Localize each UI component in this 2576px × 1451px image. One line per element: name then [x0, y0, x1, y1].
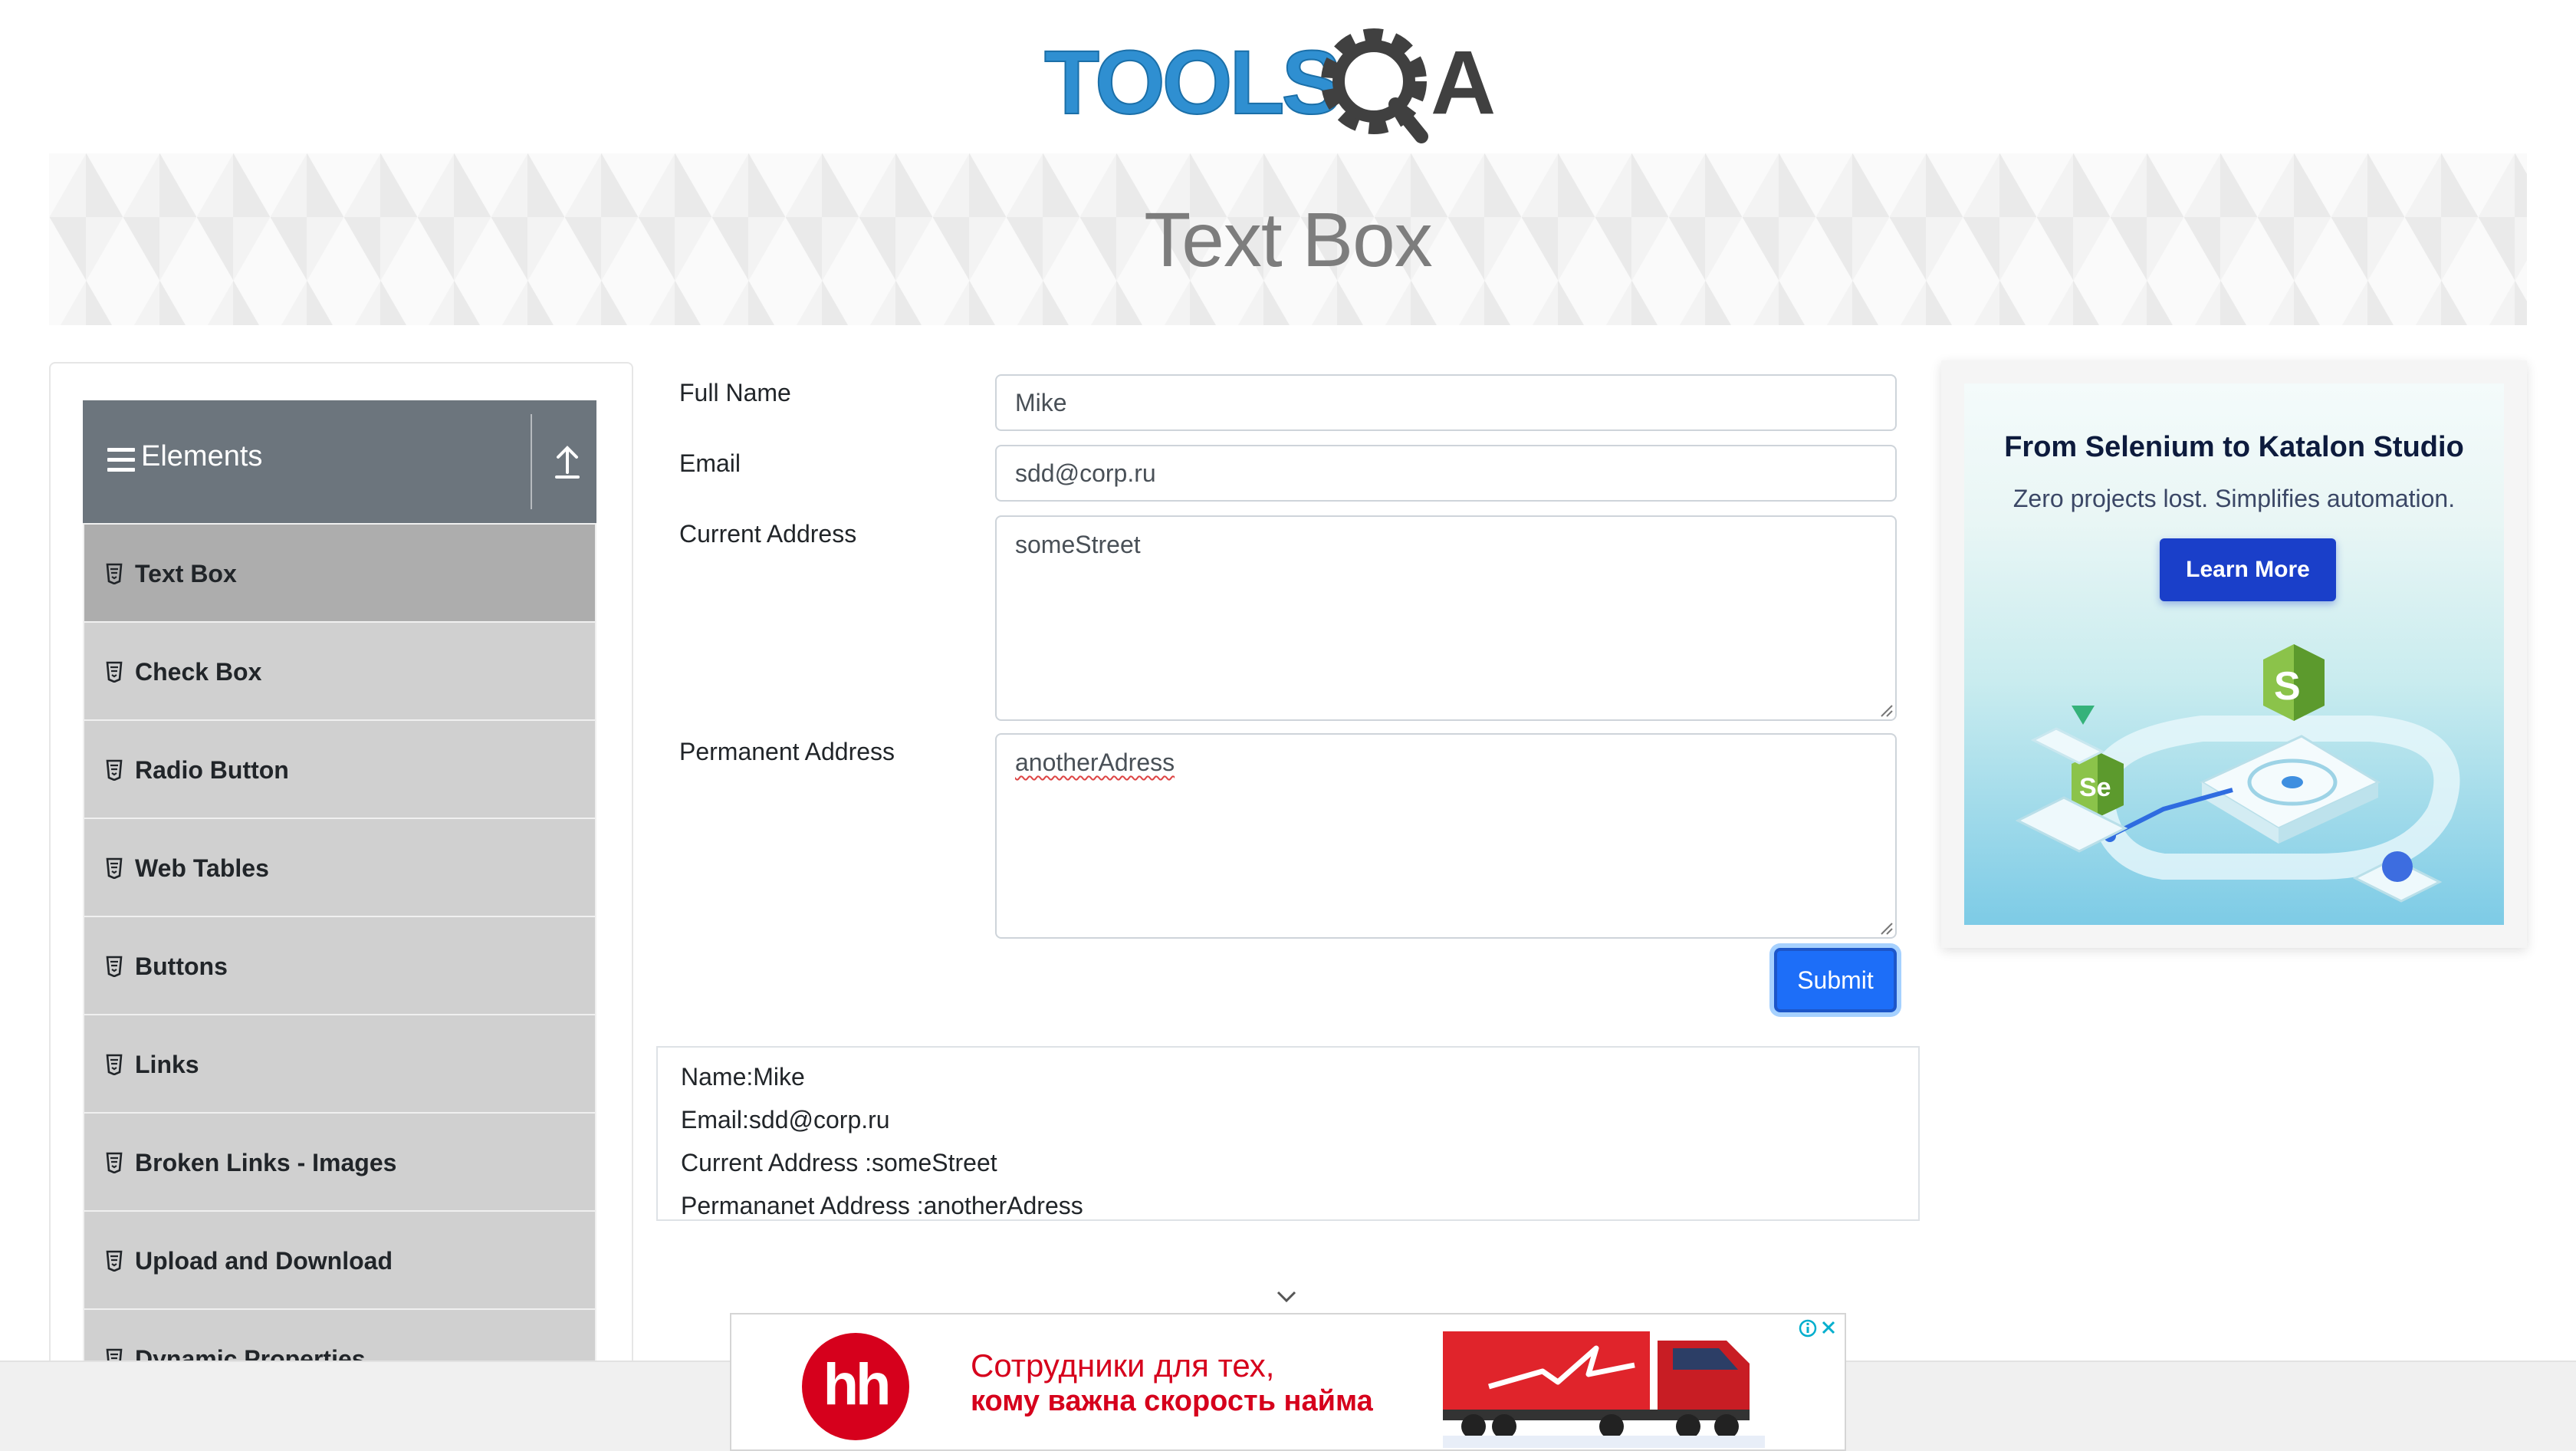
- hamburger-icon: [107, 448, 135, 472]
- output-name: Name:Mike: [681, 1063, 805, 1091]
- sidebar-item-check-box[interactable]: Check Box: [83, 621, 596, 719]
- html5-icon: [106, 857, 123, 879]
- adchoices-icon[interactable]: [1797, 1318, 1840, 1341]
- permanent-address-value: anotherAdress: [1015, 749, 1175, 776]
- resize-grip-icon[interactable]: [1878, 702, 1894, 718]
- katalon-s-text: S: [2274, 664, 2301, 709]
- sidebar-item-label: Broken Links - Images: [135, 1149, 397, 1176]
- side-ad-title: From Selenium to Katalon Studio: [2004, 431, 2464, 463]
- bottom-ad-text: Сотрудники для тех, кому важна скорость …: [971, 1348, 1373, 1419]
- katalon-s-icon: S: [2263, 644, 2325, 721]
- sidebar-item-broken-links[interactable]: Broken Links - Images: [83, 1112, 596, 1210]
- sidebar-item-label: Check Box: [135, 658, 262, 686]
- full-name-input[interactable]: [995, 374, 1897, 431]
- permanent-address-label: Permanent Address: [679, 738, 895, 765]
- html5-icon: [106, 1250, 123, 1272]
- sidebar-item-upload-download[interactable]: Upload and Download: [83, 1210, 596, 1308]
- selenium-se-text: Se: [2079, 773, 2111, 802]
- submit-button[interactable]: Submit: [1774, 948, 1897, 1012]
- output-email: Email:sdd@corp.ru: [681, 1106, 890, 1133]
- output-permanent-address: Permananet Address :anotherAdress: [681, 1192, 1083, 1219]
- logo-text-a: A: [1431, 32, 1496, 133]
- output-box: Name:Mike Email:sdd@corp.ru Current Addr…: [656, 1046, 1920, 1221]
- output-current-address: Current Address :someStreet: [681, 1149, 997, 1176]
- truck-icon: [1443, 1331, 1765, 1448]
- group-header-title: Elements: [141, 440, 263, 472]
- toolsqa-logo[interactable]: TOOLS A: [1044, 21, 1535, 144]
- header-separator: [531, 414, 532, 509]
- bottom-ad-line2: кому важна скорость найма: [971, 1385, 1373, 1417]
- html5-icon: [106, 661, 123, 683]
- sidebar-item-label: Links: [135, 1051, 199, 1078]
- chevron-down-icon[interactable]: [1276, 1288, 1297, 1305]
- sidebar-item-label: Web Tables: [135, 854, 269, 882]
- sidebar-menu: Text Box Check Box Radio Button Web Tabl…: [83, 523, 596, 1407]
- sidebar-item-links[interactable]: Links: [83, 1014, 596, 1112]
- collapse-arrow-icon[interactable]: [546, 437, 589, 486]
- gear-logo-icon: [1321, 28, 1428, 143]
- logo-text-tools: TOOLS: [1044, 32, 1339, 133]
- email-label: Email: [679, 449, 741, 477]
- full-name-label: Full Name: [679, 379, 791, 406]
- bottom-ad-banner[interactable]: hh Сотрудники для тех, кому важна скорос…: [730, 1313, 1846, 1451]
- current-address-textarea[interactable]: someStreet: [995, 515, 1897, 721]
- html5-icon: [106, 1054, 123, 1075]
- group-header-elements[interactable]: Elements: [83, 400, 596, 523]
- close-icon: [1822, 1321, 1835, 1334]
- side-ad[interactable]: From Selenium to Katalon Studio Zero pro…: [1964, 383, 2504, 925]
- sidebar-item-web-tables[interactable]: Web Tables: [83, 818, 596, 916]
- sidebar-item-text-box[interactable]: Text Box: [83, 523, 596, 621]
- html5-icon: [106, 563, 123, 584]
- side-ad-subtitle: Zero projects lost. Simplifies automatio…: [2013, 485, 2456, 512]
- sidebar-item-label: Text Box: [135, 560, 237, 587]
- html5-icon: [106, 1152, 123, 1173]
- permanent-address-textarea[interactable]: anotherAdress: [995, 733, 1897, 939]
- sidebar-item-label: Radio Button: [135, 756, 289, 784]
- current-address-label: Current Address: [679, 520, 857, 548]
- page-title: Text Box: [1144, 197, 1433, 283]
- bottom-ad-line1: Сотрудники для тех,: [971, 1347, 1275, 1384]
- sidebar-item-buttons[interactable]: Buttons: [83, 916, 596, 1014]
- page-banner: Text Box: [49, 153, 2527, 325]
- email-input[interactable]: [995, 445, 1897, 502]
- html5-icon: [106, 956, 123, 977]
- side-ad-illustration: S Se: [2015, 644, 2460, 903]
- sidebar-item-label: Buttons: [135, 953, 228, 980]
- html5-icon: [106, 759, 123, 781]
- learn-more-button[interactable]: Learn More: [2160, 538, 2336, 601]
- resize-grip-icon[interactable]: [1878, 920, 1894, 936]
- hh-logo: hh: [802, 1333, 909, 1440]
- sidebar-item-label: Upload and Download: [135, 1247, 393, 1275]
- sidebar-item-radio-button[interactable]: Radio Button: [83, 719, 596, 818]
